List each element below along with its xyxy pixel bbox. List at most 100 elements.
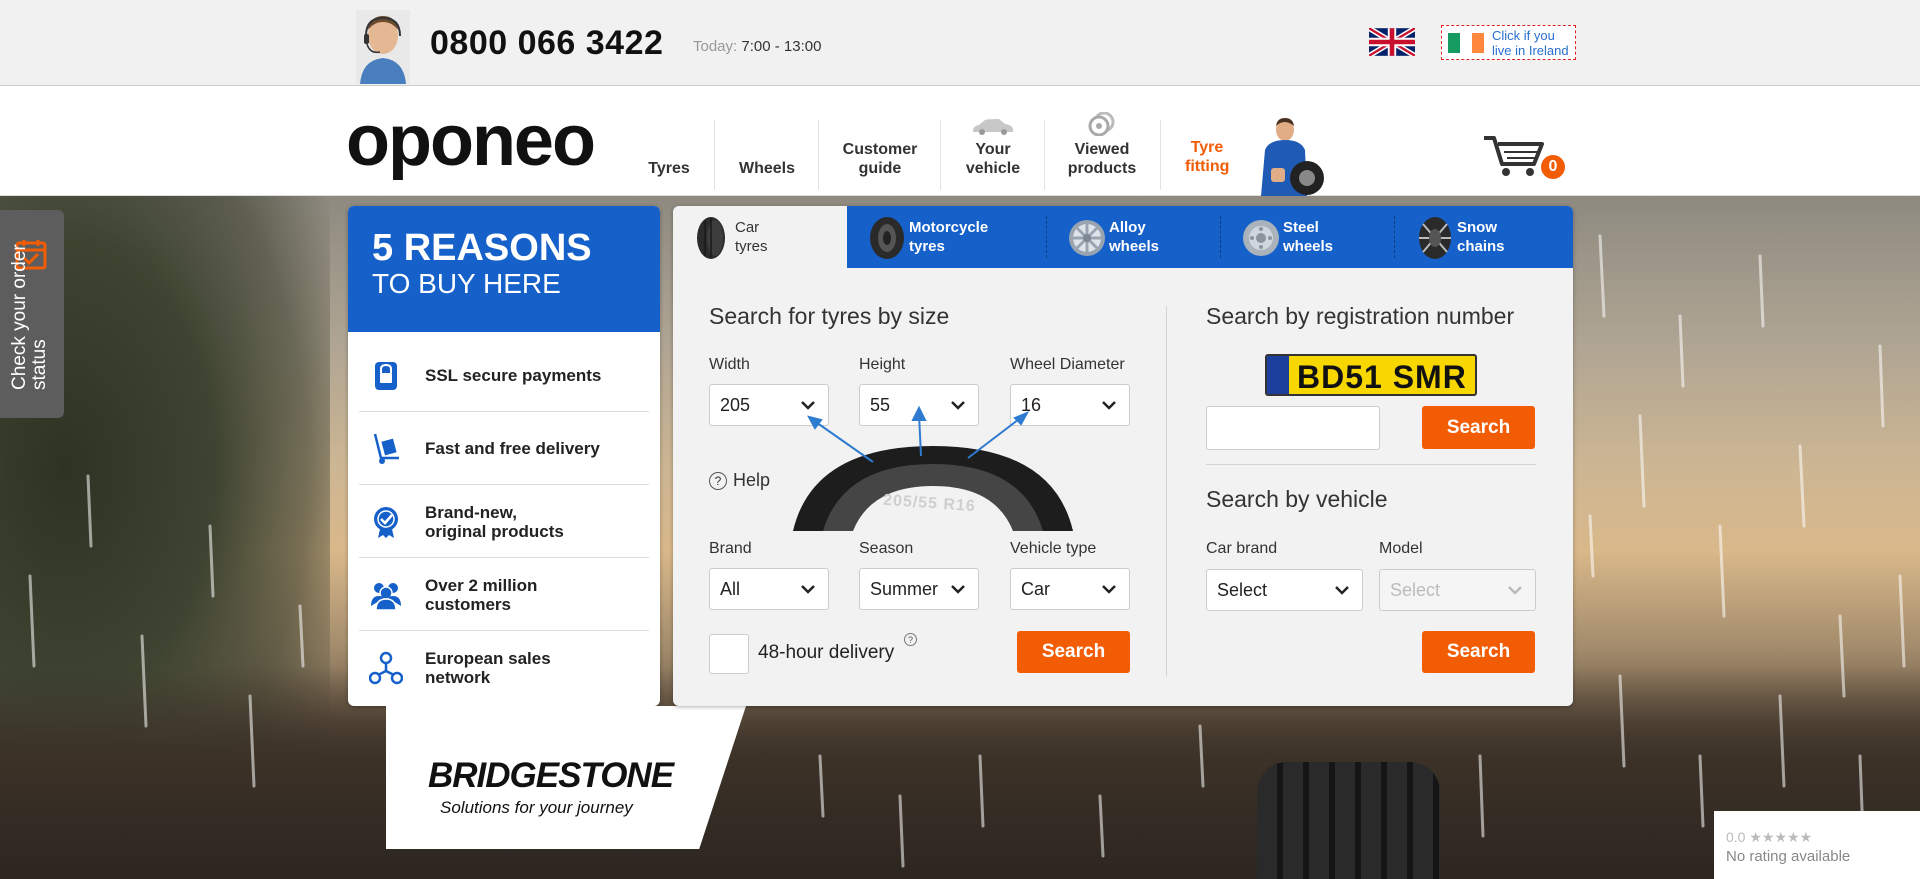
nav-tyres[interactable]: Tyres [640,86,698,196]
phone-number[interactable]: 0800 066 3422 [430,24,663,63]
nav-customer-guide[interactable]: Customer guide [836,86,924,196]
vehicle-type-value: Car [1021,578,1051,599]
reason-item: SSL secure payments [359,339,649,412]
uk-flag-icon[interactable] [1369,28,1415,56]
nav-tyre-fitting[interactable]: Tyre fitting [1176,86,1238,196]
reason-label: European sales network [425,648,551,687]
reasons-panel: 5 REASONS TO BUY HERE SSL secure payment… [348,206,660,706]
car-tyre-icon [697,217,725,259]
reg-search-title: Search by registration number [1206,303,1515,329]
chevron-down-icon [951,585,965,594]
nav-your-vehicle-label: Your vehicle [965,141,1021,177]
model-select[interactable]: Select [1379,569,1536,611]
tab-steel-wheels[interactable]: Steel wheels [1221,206,1395,268]
reason-item: Brand-new, original products [359,485,649,558]
reason-label: Over 2 million customers [425,575,538,614]
reason-label: Brand-new, original products [425,502,564,541]
brand-value: All [720,578,741,599]
reasons-title: 5 REASONS [372,227,592,269]
top-bar: 0800 066 3422 Today: 7:00 - 13:00 Click … [0,0,1920,86]
width-value: 205 [720,394,751,415]
ireland-link[interactable]: Click if you live in Ireland [1441,25,1576,60]
today-label: Today: [693,38,738,55]
rating-text: No rating available [1726,848,1851,865]
bridgestone-banner[interactable]: BRIDGESTONE Solutions for your journey [386,706,746,849]
reg-search-button[interactable]: Search [1422,406,1535,449]
model-label: Model [1379,540,1423,557]
tab-motorcycle-tyres[interactable]: Motorcycle tyres [847,206,1021,268]
order-status-tab[interactable]: Check your order status [0,210,64,418]
reason-label: Fast and free delivery [425,439,600,458]
season-value: Summer [870,578,939,599]
cart-count-badge: 0 [1541,155,1565,179]
steel-wheel-icon [1243,220,1279,256]
chevron-down-icon [1102,401,1116,410]
rating-score: 0.0 [1726,829,1746,845]
order-status-label: Check your order status [9,244,50,390]
opening-hours: Today: 7:00 - 13:00 [693,38,821,55]
trolley-icon [373,433,399,464]
alloy-wheel-icon [1069,220,1105,256]
nav-your-vehicle[interactable]: Your vehicle [956,86,1030,196]
48-hour-delivery-checkbox[interactable] [709,634,749,674]
reasons-header: 5 REASONS TO BUY HERE [348,206,660,332]
nav-customer-guide-label: Customer guide [842,141,918,177]
width-label: Width [709,356,750,373]
48-hour-delivery-label: 48-hour delivery [758,642,895,663]
search-panel: Car tyres Motorcycle tyres Alloy wheels [673,206,1573,706]
chevron-down-icon [1508,586,1522,595]
nav-separator [940,120,941,190]
tab-car-tyres[interactable]: Car tyres [673,206,847,268]
tab-snow-chains[interactable]: Snow chains [1395,206,1573,268]
vehicle-search-button[interactable]: Search [1422,631,1535,673]
tab-label: Snow chains [1457,219,1505,255]
ireland-flag-icon [1448,33,1484,53]
tab-label: Car tyres [735,219,768,255]
rating-widget[interactable]: 0.0 ★★★★★ No rating available [1714,811,1920,879]
delivery-info-icon[interactable]: ? [904,633,917,646]
brand-select[interactable]: All [709,568,829,610]
vehicle-search-title: Search by vehicle [1206,486,1388,512]
nav-viewed-products-label: Viewed products [1067,141,1137,177]
nav-separator [1044,120,1045,190]
reason-label: SSL secure payments [425,366,602,385]
bridgestone-tagline: Solutions for your journey [440,798,633,817]
car-brand-label: Car brand [1206,540,1278,557]
lock-icon [375,362,397,390]
help-link[interactable]: ? Help [709,470,770,491]
car-brand-value: Select [1217,579,1268,600]
season-label: Season [859,540,914,557]
mechanic-icon [1261,118,1324,196]
registration-input[interactable] [1206,406,1380,450]
cart-icon[interactable] [1482,134,1548,178]
network-icon [369,651,403,685]
oponeo-logo[interactable]: oponeo [346,100,596,182]
reason-item: European sales network [359,631,649,704]
star-icon: ★★★★★ [1749,829,1813,845]
ireland-link-text: Click if you live in Ireland [1492,28,1569,58]
rating-stars: 0.0 ★★★★★ [1726,829,1812,846]
tab-label: Steel wheels [1283,219,1334,255]
vehicle-type-select[interactable]: Car [1010,568,1130,610]
nav-separator [818,120,819,190]
car-brand-select[interactable]: Select [1206,569,1363,611]
tyre-image [1257,762,1440,879]
vehicle-type-label: Vehicle type [1010,540,1097,557]
support-agent-icon [356,10,410,84]
height-label: Height [859,356,906,373]
season-select[interactable]: Summer [859,568,979,610]
car-icon [973,119,1013,135]
nav-wheels[interactable]: Wheels [730,86,804,196]
eu-flag-icon [1267,356,1289,394]
chevron-down-icon [1335,586,1349,595]
size-search-button[interactable]: Search [1017,631,1130,673]
tab-alloy-wheels[interactable]: Alloy wheels [1047,206,1221,268]
help-label: Help [733,470,771,490]
section-divider [1206,464,1536,465]
registration-plate-example: BD51 SMR [1265,354,1477,396]
product-tabs: Car tyres Motorcycle tyres Alloy wheels [673,206,1573,268]
viewed-wheels-icon [1088,112,1115,136]
nav-tyre-fitting-label: Tyre fitting [1185,139,1230,175]
today-hours: 7:00 - 13:00 [741,38,822,55]
nav-viewed-products[interactable]: Viewed products [1060,86,1144,196]
